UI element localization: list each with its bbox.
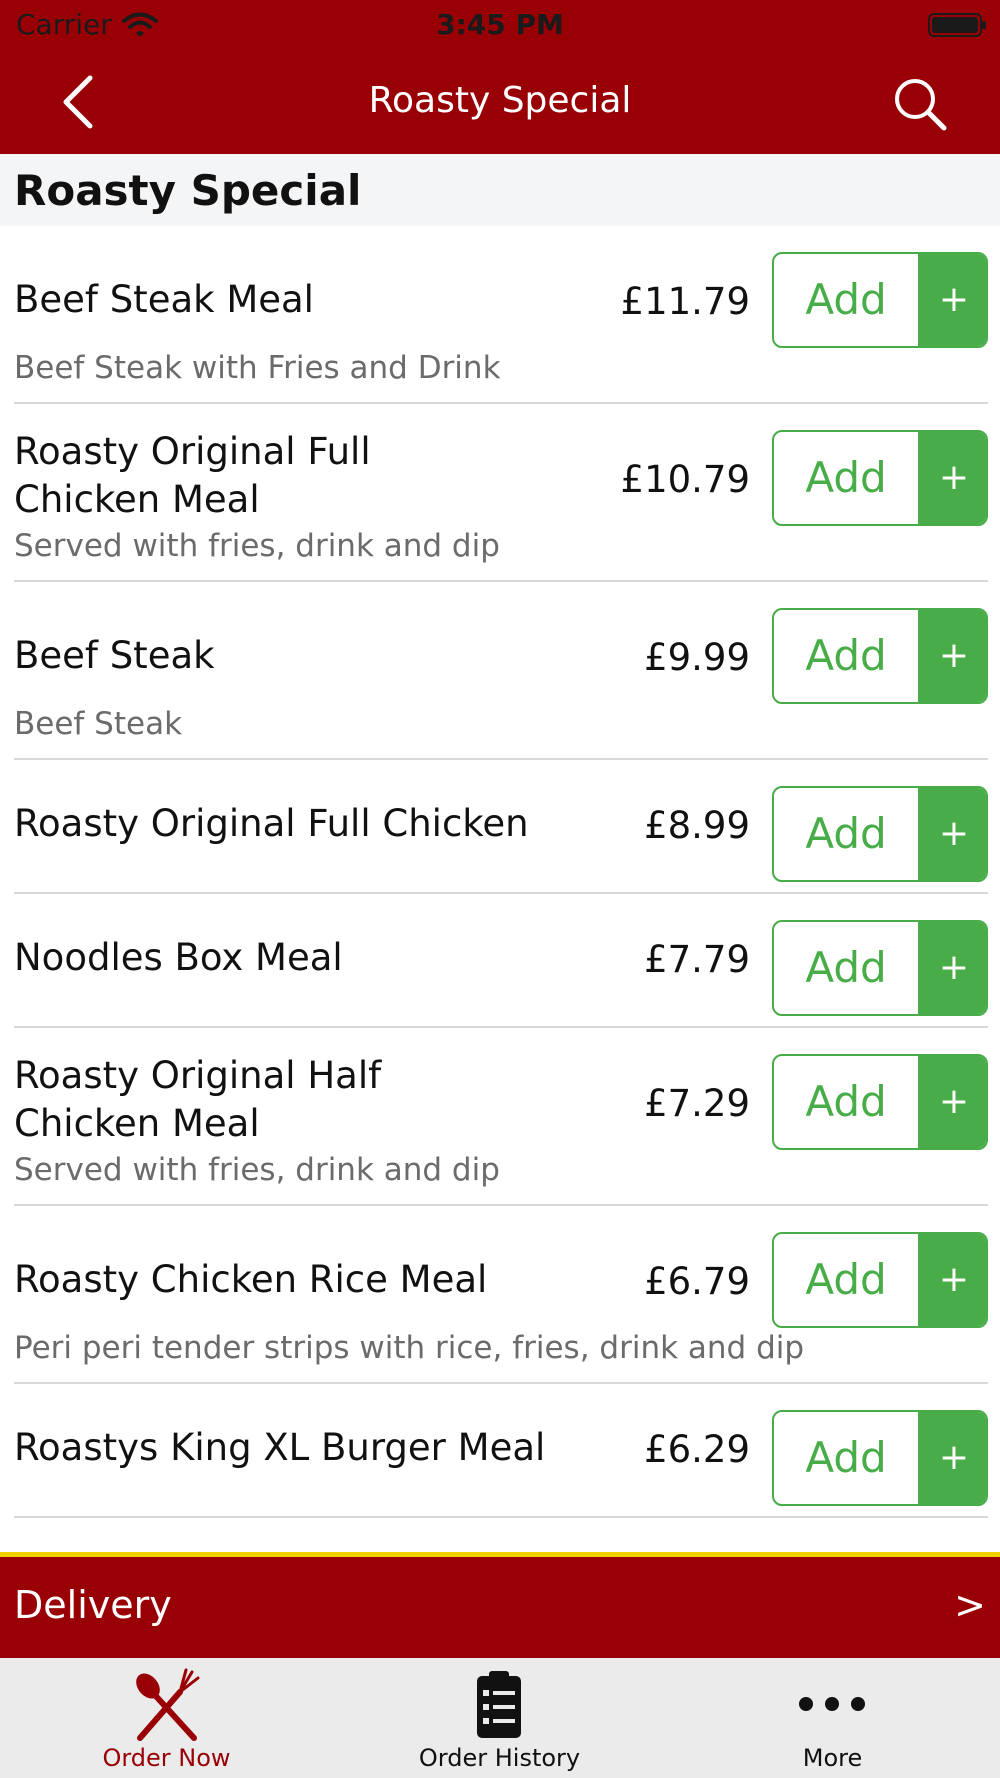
- tab-order-now[interactable]: Order Now: [0, 1658, 333, 1778]
- item-price: £6.29: [644, 1428, 750, 1471]
- status-bar: Carrier 3:45 PM: [0, 0, 1000, 50]
- plus-icon: +: [918, 788, 986, 880]
- item-price: £7.29: [644, 1082, 750, 1125]
- item-name: Beef Steak Meal: [14, 278, 314, 321]
- plus-icon: +: [918, 1056, 986, 1148]
- item-description: Peri peri tender strips with rice, fries…: [14, 1330, 805, 1366]
- item-price: £6.79: [644, 1260, 750, 1303]
- item-price: £7.79: [644, 938, 750, 981]
- plus-icon: +: [918, 1412, 986, 1504]
- add-button[interactable]: Add +: [772, 1054, 988, 1150]
- search-icon[interactable]: [890, 74, 950, 134]
- plus-icon: +: [918, 432, 986, 524]
- add-button[interactable]: Add +: [772, 252, 988, 348]
- add-button-label: Add: [805, 453, 887, 502]
- add-button-label: Add: [805, 1433, 887, 1482]
- navigation-bar: Roasty Special: [0, 50, 1000, 154]
- item-price: £11.79: [620, 280, 750, 323]
- more-dots-icon: [799, 1697, 865, 1711]
- tab-label: Order History: [418, 1744, 581, 1772]
- menu-item: Roasty Original Half Chicken Meal Served…: [0, 1028, 1000, 1206]
- item-price: £9.99: [644, 636, 750, 679]
- add-button-label: Add: [805, 631, 887, 680]
- tab-label: Order Now: [102, 1744, 231, 1772]
- plus-icon: +: [918, 254, 986, 346]
- menu-item: Roasty Original Full Chicken £8.99 Add +: [0, 760, 1000, 894]
- menu-item: Beef Steak Beef Steak £9.99 Add +: [0, 582, 1000, 760]
- item-name: Roasty Original Half Chicken Meal: [14, 1054, 382, 1145]
- add-button[interactable]: Add +: [772, 920, 988, 1016]
- item-name: Roasty Original Full Chicken Meal: [14, 430, 371, 521]
- plus-icon: +: [918, 1234, 986, 1326]
- section-title: Roasty Special: [14, 166, 362, 215]
- item-name: Roasty Original Full Chicken: [14, 802, 529, 845]
- add-button[interactable]: Add +: [772, 786, 988, 882]
- item-name: Noodles Box Meal: [14, 936, 343, 979]
- menu-item: Roasty Chicken Rice Meal Peri peri tende…: [0, 1206, 1000, 1384]
- item-description: Beef Steak: [14, 706, 183, 742]
- add-button-label: Add: [805, 943, 887, 992]
- tab-more[interactable]: More: [666, 1658, 999, 1778]
- add-button[interactable]: Add +: [772, 430, 988, 526]
- item-description: Served with fries, drink and dip: [14, 1152, 500, 1188]
- divider: [14, 1516, 988, 1518]
- clipboard-list-icon: [477, 1671, 521, 1738]
- add-button-label: Add: [805, 1255, 887, 1304]
- add-button-label: Add: [805, 809, 887, 858]
- add-button[interactable]: Add +: [772, 1410, 988, 1506]
- item-description: Beef Steak with Fries and Drink: [14, 350, 501, 386]
- menu-item-list: Beef Steak Meal Beef Steak with Fries an…: [0, 226, 1000, 1550]
- item-description: Served with fries, drink and dip: [14, 528, 500, 564]
- plus-icon: +: [918, 610, 986, 702]
- menu-item: Noodles Box Meal £7.79 Add +: [0, 894, 1000, 1028]
- item-name: Roasty Chicken Rice Meal: [14, 1258, 488, 1301]
- tab-bar: Order Now Order History More: [0, 1658, 1000, 1778]
- delivery-label: Delivery: [14, 1583, 172, 1627]
- clock-time: 3:45 PM: [436, 8, 564, 41]
- fork-knife-icon: [136, 1668, 200, 1741]
- chevron-right-icon: >: [954, 1583, 986, 1627]
- add-button[interactable]: Add +: [772, 608, 988, 704]
- add-button[interactable]: Add +: [772, 1232, 988, 1328]
- add-button-label: Add: [805, 275, 887, 324]
- item-price: £10.79: [620, 458, 750, 501]
- add-button-label: Add: [805, 1077, 887, 1126]
- item-name: Beef Steak: [14, 634, 215, 677]
- item-price: £8.99: [644, 804, 750, 847]
- plus-icon: +: [918, 922, 986, 1014]
- section-header: Roasty Special: [0, 154, 1000, 226]
- menu-item: Roastys King XL Burger Meal £6.29 Add +: [0, 1384, 1000, 1518]
- tab-label: More: [802, 1744, 863, 1772]
- delivery-bar[interactable]: Delivery >: [0, 1552, 1000, 1658]
- nav-title: Roasty Special: [368, 80, 632, 121]
- tab-order-history[interactable]: Order History: [333, 1658, 666, 1778]
- menu-item: Roasty Original Full Chicken Meal Served…: [0, 404, 1000, 582]
- item-name: Roastys King XL Burger Meal: [14, 1426, 546, 1469]
- menu-item: Beef Steak Meal Beef Steak with Fries an…: [0, 226, 1000, 404]
- battery-icon: [928, 13, 986, 37]
